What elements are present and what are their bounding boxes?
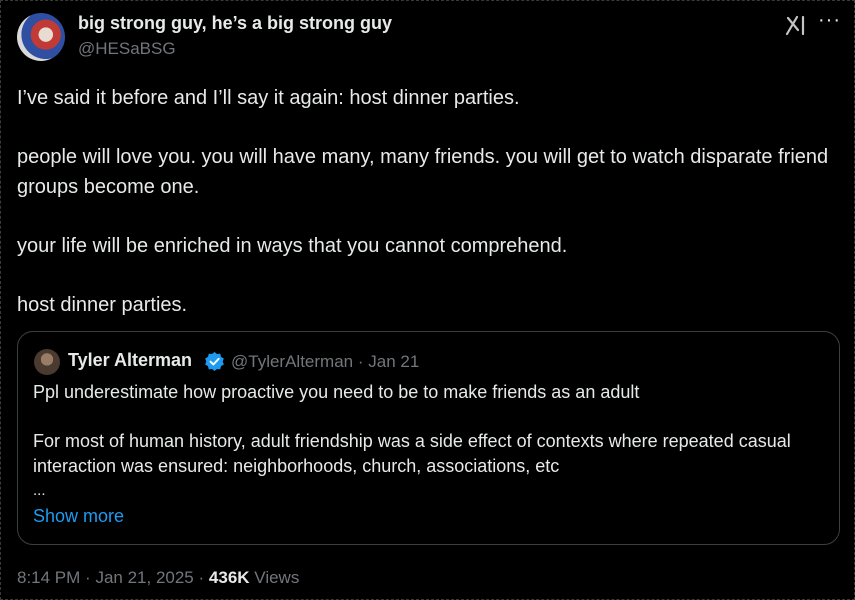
views-label: Views — [254, 568, 300, 587]
quoted-author-handle: @TylerAlterman — [231, 352, 354, 371]
tweet-paragraph: I’ve said it before and I’ll say it agai… — [17, 87, 520, 109]
tweet-date[interactable]: Jan 21, 2025 — [95, 568, 193, 587]
quoted-tweet-text: Ppl underestimate how proactive you need… — [33, 380, 828, 479]
tweet-paragraph: host dinner parties. — [17, 294, 188, 316]
author-avatar[interactable] — [17, 13, 65, 61]
quoted-ellipsis: ... — [33, 482, 46, 499]
quoted-author-avatar — [34, 349, 60, 375]
more-icon[interactable]: ··· — [818, 9, 841, 31]
tweet-paragraph: your life will be enriched in ways that … — [17, 235, 568, 257]
author-name[interactable]: big strong guy, he’s a big strong guy — [78, 13, 392, 34]
tweet-paragraph: people will love you. you will have many… — [17, 146, 829, 198]
verified-badge-icon — [205, 351, 224, 372]
tweet-time[interactable]: 8:14 PM — [17, 568, 80, 587]
quoted-tweet-meta: @TylerAlterman · Jan 21 — [231, 352, 419, 372]
quoted-tweet-card[interactable]: Tyler Alterman @TylerAlterman · Jan 21 P… — [17, 331, 840, 545]
quoted-paragraph: For most of human history, adult friends… — [33, 431, 791, 476]
tweet-text: I’ve said it before and I’ll say it agai… — [17, 83, 842, 349]
quoted-author-name: Tyler Alterman — [68, 350, 193, 370]
meta-separator: · — [357, 352, 364, 371]
meta-separator: · — [198, 568, 205, 587]
views-count: 436K — [208, 568, 250, 587]
tweet-meta: 8:14 PM · Jan 21, 2025 · 436K Views — [17, 568, 299, 588]
author-handle[interactable]: @HESaBSG — [78, 39, 176, 59]
show-more-link[interactable]: Show more — [33, 506, 124, 527]
meta-separator: · — [85, 568, 91, 587]
quoted-paragraph: Ppl underestimate how proactive you need… — [33, 382, 640, 402]
quoted-tweet-date: Jan 21 — [368, 352, 420, 371]
grok-icon[interactable] — [784, 14, 808, 36]
